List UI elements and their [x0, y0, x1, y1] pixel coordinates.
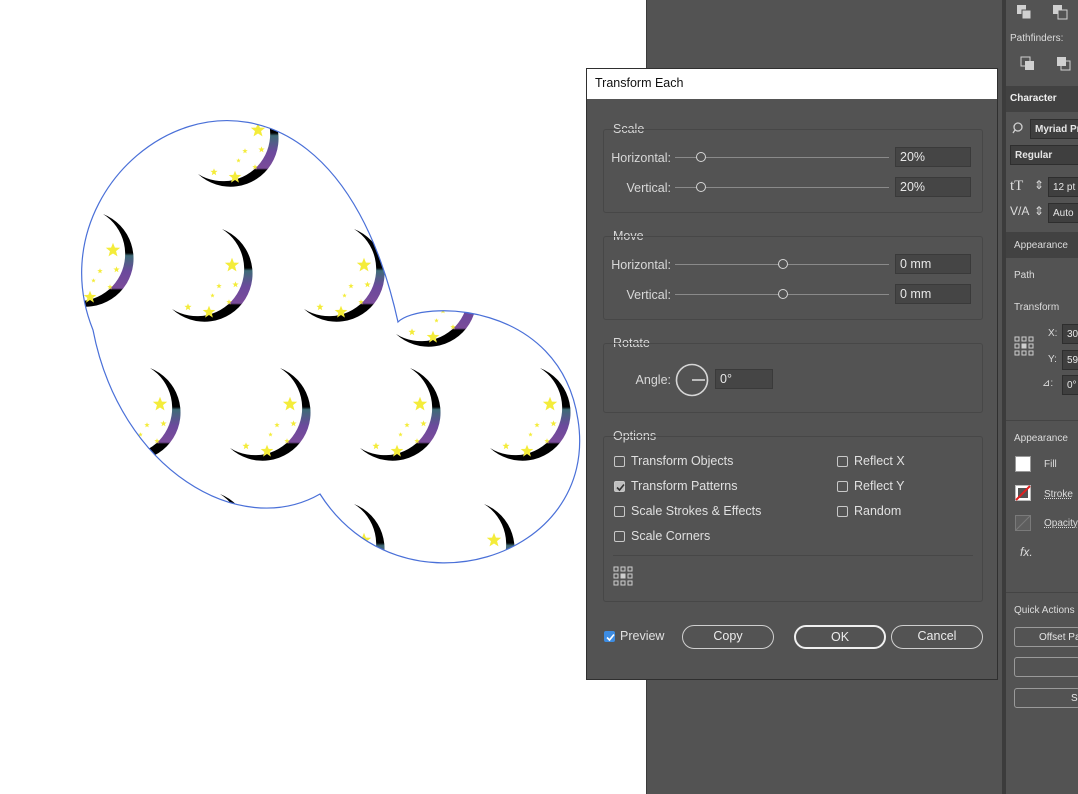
pathfinder-divide-icon[interactable]: [1020, 56, 1036, 75]
offset-path-button[interactable]: Offset Pa: [1014, 627, 1078, 647]
rotate-angle-field[interactable]: 0°: [715, 369, 773, 389]
dialog-title: Transform Each: [595, 76, 684, 90]
fill-swatch-icon[interactable]: [1015, 456, 1031, 472]
scale-horizontal-slider-thumb[interactable]: [696, 152, 706, 162]
move-vertical-label: Vertical:: [626, 288, 671, 302]
fill-label[interactable]: Fill: [1044, 459, 1057, 470]
pathfinders-label: Pathfinders:: [1010, 33, 1064, 44]
x-label: X:: [1048, 328, 1058, 339]
properties-panel: Pathfinders: Character Myriad Pr Regular…: [1006, 0, 1078, 794]
transform-each-dialog: Transform Each Scale Horizontal: 20% Ver…: [586, 68, 998, 680]
reflect-y-checkbox[interactable]: [837, 481, 848, 492]
scale-corners-checkbox[interactable]: [614, 531, 625, 542]
appearance-tab-header[interactable]: Appearance: [1006, 232, 1078, 258]
move-horizontal-slider-thumb[interactable]: [778, 259, 788, 269]
character-panel-header[interactable]: Character: [1006, 86, 1078, 112]
pattern-shape-artwork[interactable]: [0, 0, 646, 794]
options-divider: [613, 555, 973, 556]
preview-label[interactable]: Preview: [620, 629, 664, 643]
stroke-swatch-icon[interactable]: [1015, 485, 1031, 504]
panel-section-divider: [1006, 420, 1078, 421]
tracking-icon: V/A: [1010, 204, 1030, 218]
scale-horizontal-label: Horizontal:: [611, 151, 671, 165]
scale-vertical-slider-thumb[interactable]: [696, 182, 706, 192]
appearance-label: Appearance: [1014, 433, 1068, 444]
opacity-icon: [1015, 515, 1031, 534]
font-search-icon[interactable]: [1012, 122, 1026, 137]
panel-section-divider-2: [1006, 592, 1078, 593]
dialog-titlebar[interactable]: Transform Each: [587, 69, 997, 99]
font-size-icon: tT: [1010, 178, 1024, 194]
scale-group: [603, 129, 983, 213]
scale-corners-label[interactable]: Scale Corners: [631, 529, 710, 543]
scale-vertical-label: Vertical:: [626, 181, 671, 195]
move-horizontal-field[interactable]: 0 mm: [895, 254, 971, 274]
pathfinder-minus-front-icon[interactable]: [1052, 4, 1068, 23]
pathfinder-trim-icon[interactable]: [1056, 56, 1072, 75]
scale-horizontal-slider-track[interactable]: [675, 157, 889, 158]
appearance-tab[interactable]: Appearance: [1014, 240, 1068, 251]
move-horizontal-label: Horizontal:: [611, 258, 671, 272]
ok-button[interactable]: OK: [794, 625, 886, 649]
x-field[interactable]: 30: [1062, 324, 1078, 344]
transform-label: Transform: [1014, 302, 1060, 313]
move-group: [603, 236, 983, 320]
preview-checkbox[interactable]: [604, 631, 615, 642]
tracking-field[interactable]: Auto: [1048, 203, 1078, 223]
tracking-stepper-icon[interactable]: ⇕: [1034, 204, 1044, 218]
scale-vertical-field[interactable]: 20%: [895, 177, 971, 197]
opacity-label[interactable]: Opacity: [1044, 518, 1078, 529]
reference-point-icon[interactable]: [1014, 336, 1034, 359]
transform-objects-checkbox[interactable]: [614, 456, 625, 467]
artboard-canvas[interactable]: [0, 0, 646, 794]
scale-strokes-effects-checkbox[interactable]: [614, 506, 625, 517]
character-tab[interactable]: Character: [1010, 93, 1057, 104]
transform-patterns-checkbox[interactable]: [614, 481, 625, 492]
angle-icon: ⊿:: [1042, 378, 1054, 389]
transform-patterns-label[interactable]: Transform Patterns: [631, 479, 738, 493]
path-label: Path: [1014, 270, 1035, 281]
stroke-label[interactable]: Stroke: [1044, 489, 1073, 500]
y-label: Y:: [1048, 354, 1057, 365]
y-field[interactable]: 59: [1062, 350, 1078, 370]
scale-horizontal-field[interactable]: 20%: [895, 147, 971, 167]
copy-button[interactable]: Copy: [682, 625, 774, 649]
move-vertical-field[interactable]: 0 mm: [895, 284, 971, 304]
font-size-field[interactable]: 12 pt: [1048, 177, 1078, 197]
move-vertical-slider-thumb[interactable]: [778, 289, 788, 299]
quick-action-button-3[interactable]: S: [1014, 688, 1078, 708]
quick-actions-label: Quick Actions: [1014, 605, 1075, 616]
pathfinder-shape-mode-icon[interactable]: [1016, 4, 1032, 23]
scale-vertical-slider-track[interactable]: [675, 187, 889, 188]
scale-strokes-effects-label[interactable]: Scale Strokes & Effects: [631, 504, 761, 518]
font-size-stepper-icon[interactable]: ⇕: [1034, 178, 1044, 192]
font-family-field[interactable]: Myriad Pr: [1030, 119, 1078, 139]
reflect-x-label[interactable]: Reflect X: [854, 454, 905, 468]
angle-dial-icon[interactable]: [675, 363, 709, 400]
reflect-y-label[interactable]: Reflect Y: [854, 479, 905, 493]
rotate-angle-label: Angle:: [635, 373, 671, 387]
font-style-field[interactable]: Regular: [1010, 145, 1078, 165]
fx-label[interactable]: fx.: [1020, 545, 1033, 559]
random-label[interactable]: Random: [854, 504, 901, 518]
reflect-x-checkbox[interactable]: [837, 456, 848, 467]
transform-objects-label[interactable]: Transform Objects: [631, 454, 733, 468]
cancel-button[interactable]: Cancel: [891, 625, 983, 649]
quick-action-button-2[interactable]: [1014, 657, 1078, 677]
reference-point-locator-icon[interactable]: [613, 566, 633, 589]
rotate-field[interactable]: 0°: [1062, 375, 1078, 395]
random-checkbox[interactable]: [837, 506, 848, 517]
